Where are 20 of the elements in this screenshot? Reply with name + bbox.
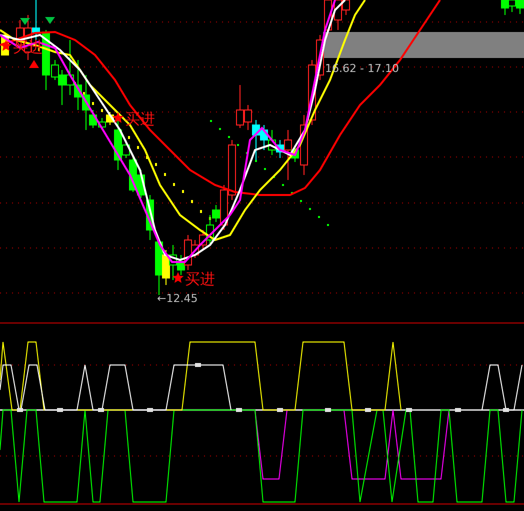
low-price-label: ←12.45 [157,292,198,305]
square-marker [236,408,242,412]
square-marker [57,408,63,412]
square-marker [365,408,371,412]
down-triangle-icon [45,17,55,24]
star-icon [0,40,12,51]
square-marker [277,408,283,412]
up-triangle-icon [29,60,39,68]
square-marker [195,363,201,367]
signal-label: 买进 [185,270,215,288]
square-marker [406,408,412,412]
star-icon [172,272,184,283]
star-icon [112,112,124,123]
square-marker [325,408,331,412]
square-marker [503,408,509,412]
square-marker [455,408,461,412]
square-marker [147,408,153,412]
square-marker [17,408,23,412]
down-triangle-icon [20,18,30,25]
square-marker [98,408,104,412]
